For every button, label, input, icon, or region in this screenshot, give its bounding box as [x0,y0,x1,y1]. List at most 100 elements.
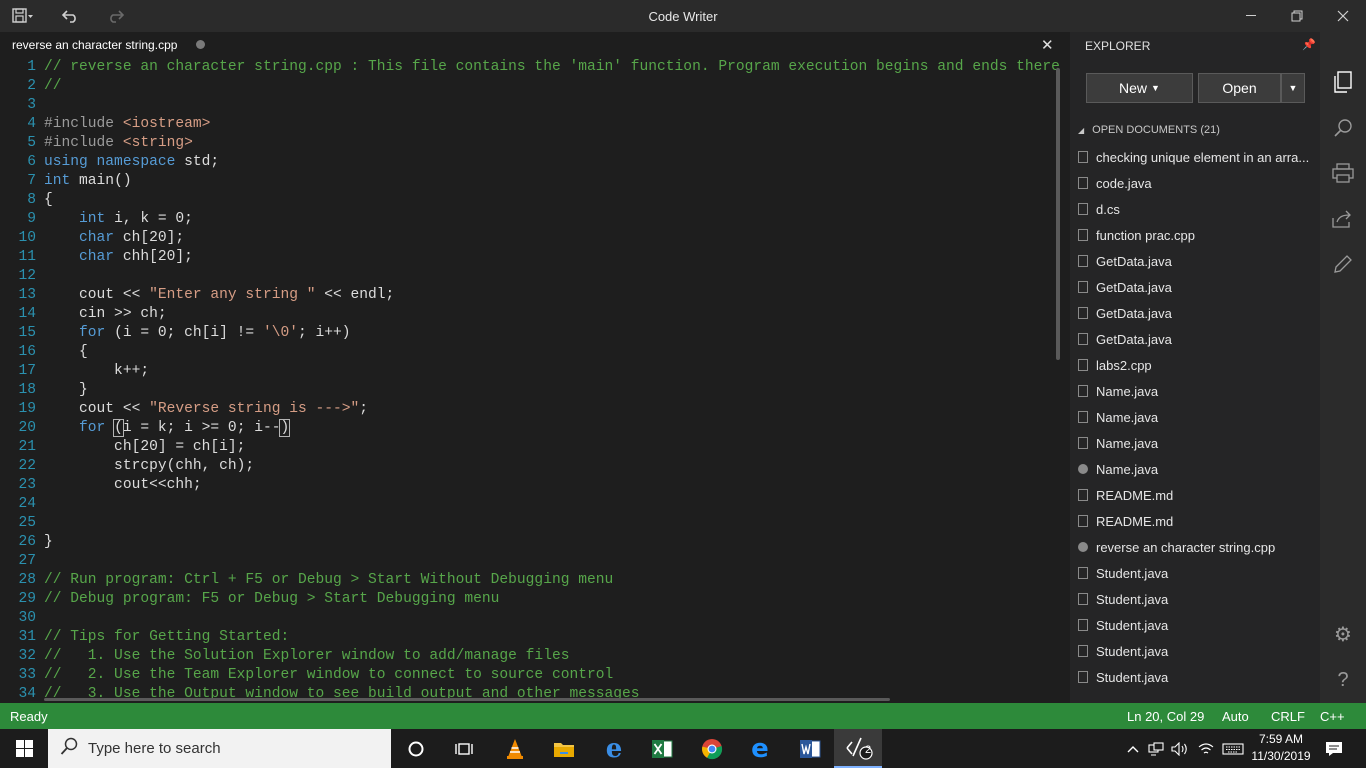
minimize-button[interactable] [1228,0,1274,32]
system-clock[interactable]: 7:59 AM 11/30/2019 [1250,731,1312,765]
code-text[interactable]: cout<<chh; [36,476,202,495]
open-document-item[interactable]: README.md [1070,482,1320,508]
code-line[interactable]: 24 [0,495,1060,514]
code-line[interactable]: 10 char ch[20]; [0,229,1060,248]
open-document-item[interactable]: d.cs [1070,196,1320,222]
open-document-item[interactable]: Name.java [1070,378,1320,404]
code-line[interactable]: 31// Tips for Getting Started: [0,628,1060,647]
tab-reverse-string[interactable]: reverse an character string.cpp [12,38,177,52]
code-text[interactable] [36,609,44,628]
code-text[interactable]: // Debug program: F5 or Debug > Start De… [36,590,499,609]
open-document-item[interactable]: GetData.java [1070,248,1320,274]
taskbar-search-box[interactable]: Type here to search [48,729,391,768]
code-text[interactable]: cout << "Enter any string " << endl; [36,286,394,305]
code-line[interactable]: 4 #include <iostream> [0,115,1060,134]
code-line[interactable]: 16 { [0,343,1060,362]
code-text[interactable]: cout << "Reverse string is --->"; [36,400,368,419]
code-text[interactable]: #include <string> [36,134,193,153]
restore-button[interactable] [1274,0,1320,32]
code-line[interactable]: 15 for (i = 0; ch[i] != '\0'; i++) [0,324,1060,343]
open-document-item[interactable]: Student.java [1070,612,1320,638]
code-editor[interactable]: 1// reverse an character string.cpp : Th… [0,58,1062,703]
code-text[interactable]: { [36,191,53,210]
code-writer-taskbar-icon[interactable]: 2 [834,729,882,768]
show-hidden-icons-chevron-icon[interactable] [1124,729,1142,768]
code-text[interactable]: int i, k = 0; [36,210,193,229]
vertical-scrollbar[interactable] [1056,68,1060,360]
open-document-item[interactable]: code.java [1070,170,1320,196]
open-dropdown-button[interactable]: ▼ [1281,73,1305,103]
code-line[interactable]: 3 [0,96,1060,115]
task-view-icon[interactable] [444,729,484,768]
code-text[interactable]: int main() [36,172,132,191]
code-line[interactable]: 17 k++; [0,362,1060,381]
open-document-item[interactable]: labs2.cpp [1070,352,1320,378]
code-text[interactable]: // 2. Use the Team Explorer window to co… [36,666,613,685]
code-line[interactable]: 11 char chh[20]; [0,248,1060,267]
code-text[interactable]: cin >> ch; [36,305,167,324]
code-text[interactable]: // reverse an character string.cpp : Thi… [36,58,1060,77]
close-tab-icon[interactable]: ✕ [1041,36,1054,54]
language-mode[interactable]: C++ [1320,709,1345,724]
code-line[interactable]: 12 [0,267,1060,286]
code-line[interactable]: 7 int main() [0,172,1060,191]
code-line[interactable]: 6 using namespace std; [0,153,1060,172]
code-text[interactable]: strcpy(chh, ch); [36,457,254,476]
network-icon[interactable] [1146,729,1166,768]
search-icon[interactable] [1320,108,1366,148]
redo-icon[interactable] [102,0,130,32]
code-line[interactable]: 29// Debug program: F5 or Debug > Start … [0,590,1060,609]
undo-icon[interactable] [56,0,84,32]
open-document-item[interactable]: GetData.java [1070,326,1320,352]
code-text[interactable]: // 1. Use the Solution Explorer window t… [36,647,569,666]
share-icon[interactable] [1320,199,1366,239]
code-line[interactable]: 1// reverse an character string.cpp : Th… [0,58,1060,77]
open-document-item[interactable]: Student.java [1070,638,1320,664]
code-line[interactable]: 22 strcpy(chh, ch); [0,457,1060,476]
chrome-icon[interactable] [690,729,734,768]
code-text[interactable]: // Run program: Ctrl + F5 or Debug > Sta… [36,571,613,590]
help-icon[interactable]: ? [1320,660,1366,700]
code-text[interactable]: for (i = k; i >= 0; i--) [36,419,291,438]
settings-gear-icon[interactable]: ⚙ [1320,614,1366,654]
save-menu-icon[interactable] [6,0,40,32]
pin-icon[interactable]: 📌 [1302,38,1316,51]
open-document-item[interactable]: Student.java [1070,560,1320,586]
code-lines[interactable]: 1// reverse an character string.cpp : Th… [0,58,1060,703]
code-line[interactable]: 23 cout<<chh; [0,476,1060,495]
code-line[interactable]: 14 cin >> ch; [0,305,1060,324]
code-text[interactable]: } [36,533,53,552]
code-text[interactable]: k++; [36,362,149,381]
code-line[interactable]: 2// [0,77,1060,96]
code-line[interactable]: 32// 1. Use the Solution Explorer window… [0,647,1060,666]
code-line[interactable]: 8{ [0,191,1060,210]
code-line[interactable]: 18 } [0,381,1060,400]
code-text[interactable]: char chh[20]; [36,248,193,267]
action-center-icon[interactable] [1316,729,1352,768]
print-icon[interactable] [1320,153,1366,193]
code-text[interactable] [36,552,44,571]
code-text[interactable] [36,96,44,115]
open-document-item[interactable]: Student.java [1070,586,1320,612]
line-ending[interactable]: CRLF [1271,709,1305,724]
open-document-item[interactable]: GetData.java [1070,300,1320,326]
horizontal-scrollbar[interactable] [44,698,890,701]
vlc-icon[interactable] [494,729,536,768]
indent-mode[interactable]: Auto [1222,709,1249,724]
word-icon[interactable] [788,729,832,768]
code-line[interactable]: 5 #include <string> [0,134,1060,153]
open-document-item[interactable]: checking unique element in an arra... [1070,144,1320,170]
open-document-item[interactable]: Name.java [1070,456,1320,482]
code-text[interactable] [36,514,44,533]
code-text[interactable]: // [36,77,62,96]
cortana-icon[interactable] [396,729,436,768]
open-button[interactable]: Open [1198,73,1281,103]
documents-icon[interactable] [1320,62,1366,102]
excel-icon[interactable] [640,729,684,768]
code-text[interactable] [36,267,44,286]
new-button[interactable]: New ▼ [1086,73,1193,103]
volume-icon[interactable] [1170,729,1190,768]
cursor-position[interactable]: Ln 20, Col 29 [1127,709,1204,724]
windows-start-icon[interactable] [0,729,48,768]
open-document-item[interactable]: function prac.cpp [1070,222,1320,248]
